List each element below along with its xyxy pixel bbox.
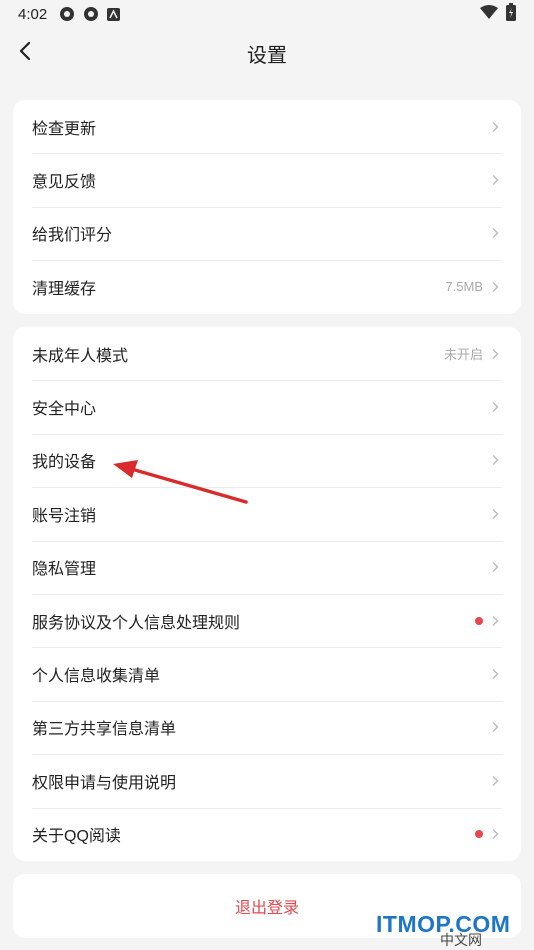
chevron-right-icon bbox=[491, 401, 499, 413]
settings-item-check-update[interactable]: 检查更新 bbox=[13, 100, 521, 153]
settings-item-label: 我的设备 bbox=[32, 454, 97, 472]
settings-item-delete-account[interactable]: 账号注销 bbox=[13, 487, 521, 540]
chevron-right-icon bbox=[491, 174, 499, 186]
settings-item-personal-info-list[interactable]: 个人信息收集清单 bbox=[13, 647, 521, 700]
site-watermark-sub: 中文网 bbox=[440, 932, 482, 948]
nav-bar: 设置 bbox=[0, 28, 534, 78]
settings-group-general: 检查更新 意见反馈 给我们评分 清理缓存 7.5MB bbox=[13, 100, 521, 314]
page-title: 设置 bbox=[247, 44, 287, 67]
wifi-icon bbox=[480, 5, 498, 23]
chevron-right-icon bbox=[491, 775, 499, 787]
settings-item-label: 检查更新 bbox=[32, 120, 97, 138]
back-button[interactable] bbox=[10, 38, 40, 68]
chevron-right-icon bbox=[491, 721, 499, 733]
minor-mode-status: 未开启 bbox=[443, 347, 483, 363]
settings-item-label: 服务协议及个人信息处理规则 bbox=[32, 614, 241, 632]
back-arrow-icon bbox=[18, 41, 32, 66]
chevron-right-icon bbox=[491, 454, 499, 466]
settings-item-label: 隐私管理 bbox=[32, 561, 97, 579]
cache-size-value: 7.5MB bbox=[445, 279, 483, 295]
settings-item-third-party-sharing[interactable]: 第三方共享信息清单 bbox=[13, 700, 521, 754]
settings-item-label: 账号注销 bbox=[32, 507, 97, 525]
settings-item-clear-cache[interactable]: 清理缓存 7.5MB bbox=[13, 260, 521, 313]
chevron-right-icon bbox=[491, 121, 499, 133]
unread-dot-badge bbox=[475, 830, 483, 839]
chevron-right-icon bbox=[491, 281, 499, 293]
chevron-right-icon bbox=[491, 828, 499, 840]
chevron-right-icon bbox=[491, 561, 499, 573]
settings-item-about[interactable]: 关于QQ阅读 bbox=[13, 807, 521, 861]
settings-item-label: 第三方共享信息清单 bbox=[32, 721, 177, 739]
settings-item-my-devices[interactable]: 我的设备 bbox=[13, 433, 521, 487]
chevron-right-icon bbox=[491, 668, 499, 680]
settings-item-label: 未成年人模式 bbox=[32, 347, 129, 365]
chevron-right-icon bbox=[491, 615, 499, 627]
notification-app-icon bbox=[83, 6, 99, 22]
chevron-right-icon bbox=[491, 227, 499, 239]
settings-item-security-center[interactable]: 安全中心 bbox=[13, 380, 521, 433]
battery-icon bbox=[506, 3, 516, 25]
settings-item-label: 个人信息收集清单 bbox=[32, 668, 161, 686]
settings-item-service-agreement[interactable]: 服务协议及个人信息处理规则 bbox=[13, 593, 521, 647]
chevron-right-icon bbox=[491, 348, 499, 360]
status-bar: 4:02 bbox=[0, 0, 534, 28]
status-indicators bbox=[480, 3, 516, 25]
settings-group-account-privacy: 未成年人模式 未开启 安全中心 我的设备 账号注销 隐私管理 服务协议及个人信息… bbox=[13, 327, 521, 861]
settings-item-label: 关于QQ阅读 bbox=[32, 828, 121, 846]
settings-item-minor-mode[interactable]: 未成年人模式 未开启 bbox=[13, 327, 521, 380]
logout-label: 退出登录 bbox=[234, 900, 299, 917]
settings-item-label: 给我们评分 bbox=[32, 227, 113, 245]
chevron-right-icon bbox=[491, 508, 499, 520]
settings-item-label: 意见反馈 bbox=[32, 174, 97, 192]
settings-item-label: 清理缓存 bbox=[32, 280, 97, 298]
notification-app-icon bbox=[59, 6, 75, 22]
notification-font-icon bbox=[107, 7, 121, 21]
settings-item-feedback[interactable]: 意见反馈 bbox=[13, 153, 521, 206]
settings-item-privacy-management[interactable]: 隐私管理 bbox=[13, 540, 521, 594]
settings-item-label: 权限申请与使用说明 bbox=[32, 774, 177, 792]
status-time: 4:02 bbox=[18, 5, 48, 23]
settings-item-rate-us[interactable]: 给我们评分 bbox=[13, 206, 521, 260]
unread-dot-badge bbox=[475, 616, 483, 625]
settings-item-permissions[interactable]: 权限申请与使用说明 bbox=[13, 754, 521, 807]
settings-item-label: 安全中心 bbox=[32, 401, 97, 419]
